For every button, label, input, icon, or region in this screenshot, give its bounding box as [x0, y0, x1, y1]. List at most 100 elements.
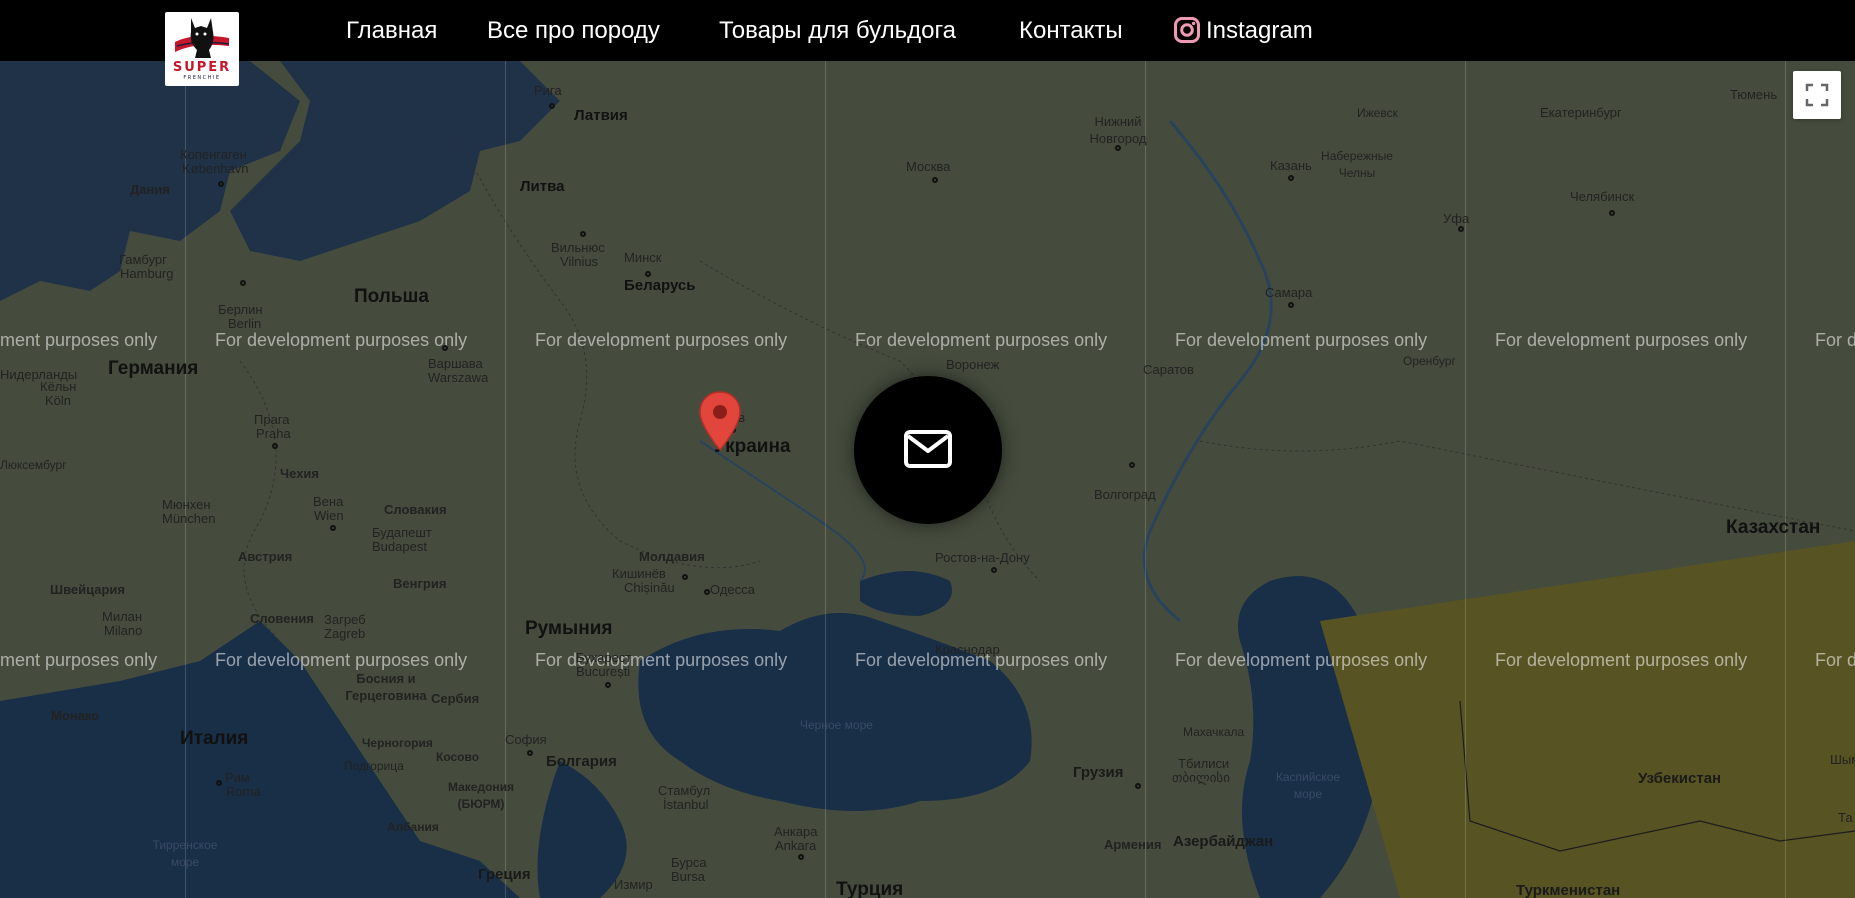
logo-title: SUPER: [172, 60, 232, 75]
watermark: For development purposes only: [1175, 330, 1428, 350]
tile-seam: [1145, 61, 1146, 898]
city-dot: [272, 443, 278, 449]
city-label: Воронеж: [946, 357, 1000, 372]
nav-instagram-link[interactable]: Instagram: [1206, 17, 1313, 45]
city-label: Уфа: [1443, 211, 1470, 226]
city-label: თბილისი: [1172, 770, 1230, 785]
watermark: For de: [1815, 330, 1855, 350]
city-label: Подгорица: [344, 759, 404, 773]
city-label: Измир: [614, 877, 653, 892]
country-label: Косово: [436, 750, 480, 764]
city-dot: [1288, 302, 1294, 308]
city-dot: [645, 271, 651, 277]
country-label: Молдавия: [639, 549, 705, 564]
city-dot: [1129, 462, 1135, 468]
country-label: Казахстан: [1726, 517, 1821, 538]
logo-subtitle: FRENCHIE: [183, 75, 221, 81]
city-dot: [682, 574, 688, 580]
city-label: Махачкала: [1183, 725, 1245, 739]
country-label: Монако: [51, 708, 100, 723]
country-label: Беларусь: [624, 277, 696, 294]
city-label: Люксембург: [0, 458, 67, 472]
city-dot: [1115, 145, 1121, 151]
country-label: Словакия: [384, 502, 447, 517]
city-label: Москва: [906, 159, 951, 174]
city-label: Екатеринбург: [1540, 105, 1622, 120]
map-pin-icon[interactable]: [698, 390, 742, 452]
city-label: Budapest: [372, 539, 427, 554]
sea-label: Черное море: [800, 718, 873, 732]
bulldog-logo-icon: [175, 18, 230, 58]
nav-goods-link[interactable]: Товары для бульдога: [719, 17, 956, 45]
country-label: Сербия: [431, 691, 480, 706]
nav-contacts-link[interactable]: Контакты: [1019, 17, 1123, 45]
watermark: For development purposes only: [535, 330, 788, 350]
city-label: Wien: [314, 508, 344, 523]
city-dot: [527, 750, 533, 756]
city-label: София: [505, 732, 547, 747]
country-label: Македония (БЮРМ): [447, 780, 515, 811]
watermark: ment purposes only: [0, 330, 158, 350]
google-map[interactable]: ment purposes only For development purpo…: [0, 61, 1855, 898]
city-dot: [1288, 175, 1294, 181]
city-dot: [218, 181, 224, 187]
tile-seam: [825, 61, 826, 898]
fullscreen-icon: [1805, 83, 1829, 107]
city-label: Шымк: [1830, 752, 1855, 767]
nav-home-link[interactable]: Главная: [346, 17, 437, 45]
watermark: ment purposes only: [0, 650, 158, 670]
country-label: Литва: [520, 178, 565, 195]
fullscreen-button[interactable]: [1793, 71, 1841, 119]
country-label: Венгрия: [393, 576, 447, 591]
watermark: For de: [1815, 650, 1855, 670]
city-dot: [605, 682, 611, 688]
envelope-icon: [904, 430, 952, 468]
watermark: For development purposes only: [1175, 650, 1428, 670]
country-label: Армения: [1104, 837, 1162, 852]
city-label: Berlin: [228, 316, 262, 331]
city-label: Vilnius: [560, 254, 599, 269]
city-label: Самара: [1265, 285, 1313, 300]
site-logo[interactable]: SUPER FRENCHIE: [165, 12, 239, 86]
country-label: Латвия: [574, 107, 628, 124]
city-label: Нижний Новгород: [1089, 114, 1147, 146]
instagram-icon[interactable]: [1174, 17, 1200, 43]
contact-fab-button[interactable]: [854, 376, 1002, 524]
country-label: Австрия: [238, 549, 293, 564]
nav-breed-link[interactable]: Все про породу: [487, 17, 660, 45]
sea-label: Каспийское море: [1275, 770, 1341, 801]
city-label: İstanbul: [663, 797, 709, 812]
watermark: For development purposes only: [1495, 330, 1748, 350]
country-label: Черногория: [362, 736, 433, 750]
city-label: München: [162, 511, 216, 526]
tile-seam: [1785, 61, 1786, 898]
tile-seam: [1465, 61, 1466, 898]
city-dot: [330, 525, 336, 531]
city-label: Тюмень: [1730, 87, 1778, 102]
city-dot: [798, 854, 804, 860]
city-dot: [580, 231, 586, 237]
city-label: Казань: [1270, 158, 1312, 173]
city-label: Рига: [534, 83, 562, 98]
city-label: Hamburg: [120, 266, 174, 281]
top-navbar: SUPER FRENCHIE Главная Все про породу То…: [0, 0, 1855, 86]
city-label: Zagreb: [324, 626, 366, 641]
city-label: Ankara: [775, 838, 817, 853]
city-dot: [1458, 226, 1464, 232]
city-label: Milano: [104, 623, 143, 638]
city-label: Та: [1838, 810, 1853, 825]
city-label: Bursa: [671, 869, 705, 884]
city-dot: [704, 589, 710, 595]
city-label: Ижевск: [1357, 106, 1398, 120]
country-label: Чехия: [280, 466, 319, 481]
city-label: Warszawa: [428, 370, 489, 385]
city-label: Praha: [256, 426, 291, 441]
city-label: Оренбург: [1403, 354, 1456, 368]
tile-seam: [185, 61, 186, 898]
sea-label: Тирренское море: [152, 838, 218, 869]
city-label: Саратов: [1143, 362, 1194, 377]
city-label: Челябинск: [1570, 189, 1635, 204]
city-label: Краснодар: [935, 642, 1000, 657]
city-dot: [216, 780, 222, 786]
watermark: For development purposes only: [215, 650, 468, 670]
